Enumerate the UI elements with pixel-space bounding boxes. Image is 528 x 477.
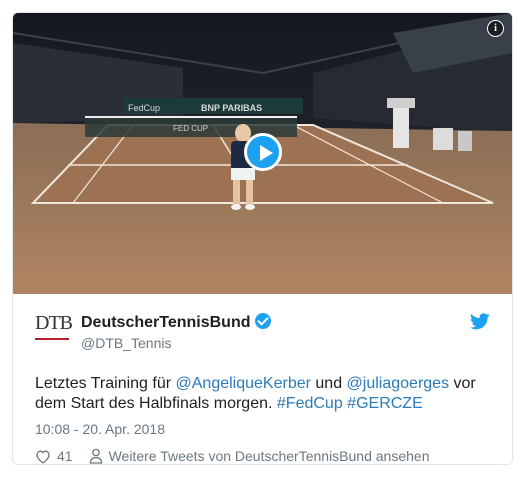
twitter-bird-icon[interactable] <box>470 313 490 330</box>
hashtag-link[interactable]: #GERCZE <box>347 395 423 412</box>
author-name-text: DeutscherTennisBund <box>81 314 251 331</box>
logo-underline <box>35 338 69 340</box>
mention-link[interactable]: @juliagoerges <box>347 375 450 392</box>
more-tweets-link[interactable]: Weitere Tweets von DeutscherTennisBund a… <box>109 448 430 464</box>
play-icon[interactable] <box>244 133 282 171</box>
heart-icon[interactable] <box>35 449 51 464</box>
svg-text:FED CUP: FED CUP <box>173 124 208 133</box>
like-count[interactable]: 41 <box>57 448 73 464</box>
mention-link[interactable]: @AngeliqueKerber <box>176 375 311 392</box>
tweet-card: FedCup BNP PARIBAS FED CUP i DTB Deutsch… <box>12 12 513 465</box>
video-thumbnail[interactable]: FedCup BNP PARIBAS FED CUP i <box>13 13 512 294</box>
timestamp-link[interactable]: 10:08 - 20. Apr. 2018 <box>35 421 165 437</box>
person-icon <box>89 448 102 464</box>
avatar[interactable]: DTB <box>35 312 73 348</box>
author-name[interactable]: DeutscherTennisBund <box>81 313 271 332</box>
author-handle[interactable]: @DTB_Tennis <box>81 335 171 351</box>
hashtag-link[interactable]: #FedCup <box>277 395 343 412</box>
tweet-actions: 41 Weitere Tweets von DeutscherTennisBun… <box>35 448 429 464</box>
text-segment: Letztes Training für <box>35 375 176 392</box>
tweet-text: Letztes Training für @AngeliqueKerber un… <box>35 374 495 414</box>
svg-text:FedCup: FedCup <box>128 103 160 113</box>
logo-text: DTB <box>35 312 73 334</box>
svg-text:BNP PARIBAS: BNP PARIBAS <box>201 103 262 113</box>
verified-badge-icon <box>254 313 271 329</box>
info-icon[interactable]: i <box>487 20 504 37</box>
text-segment: und <box>310 375 347 392</box>
